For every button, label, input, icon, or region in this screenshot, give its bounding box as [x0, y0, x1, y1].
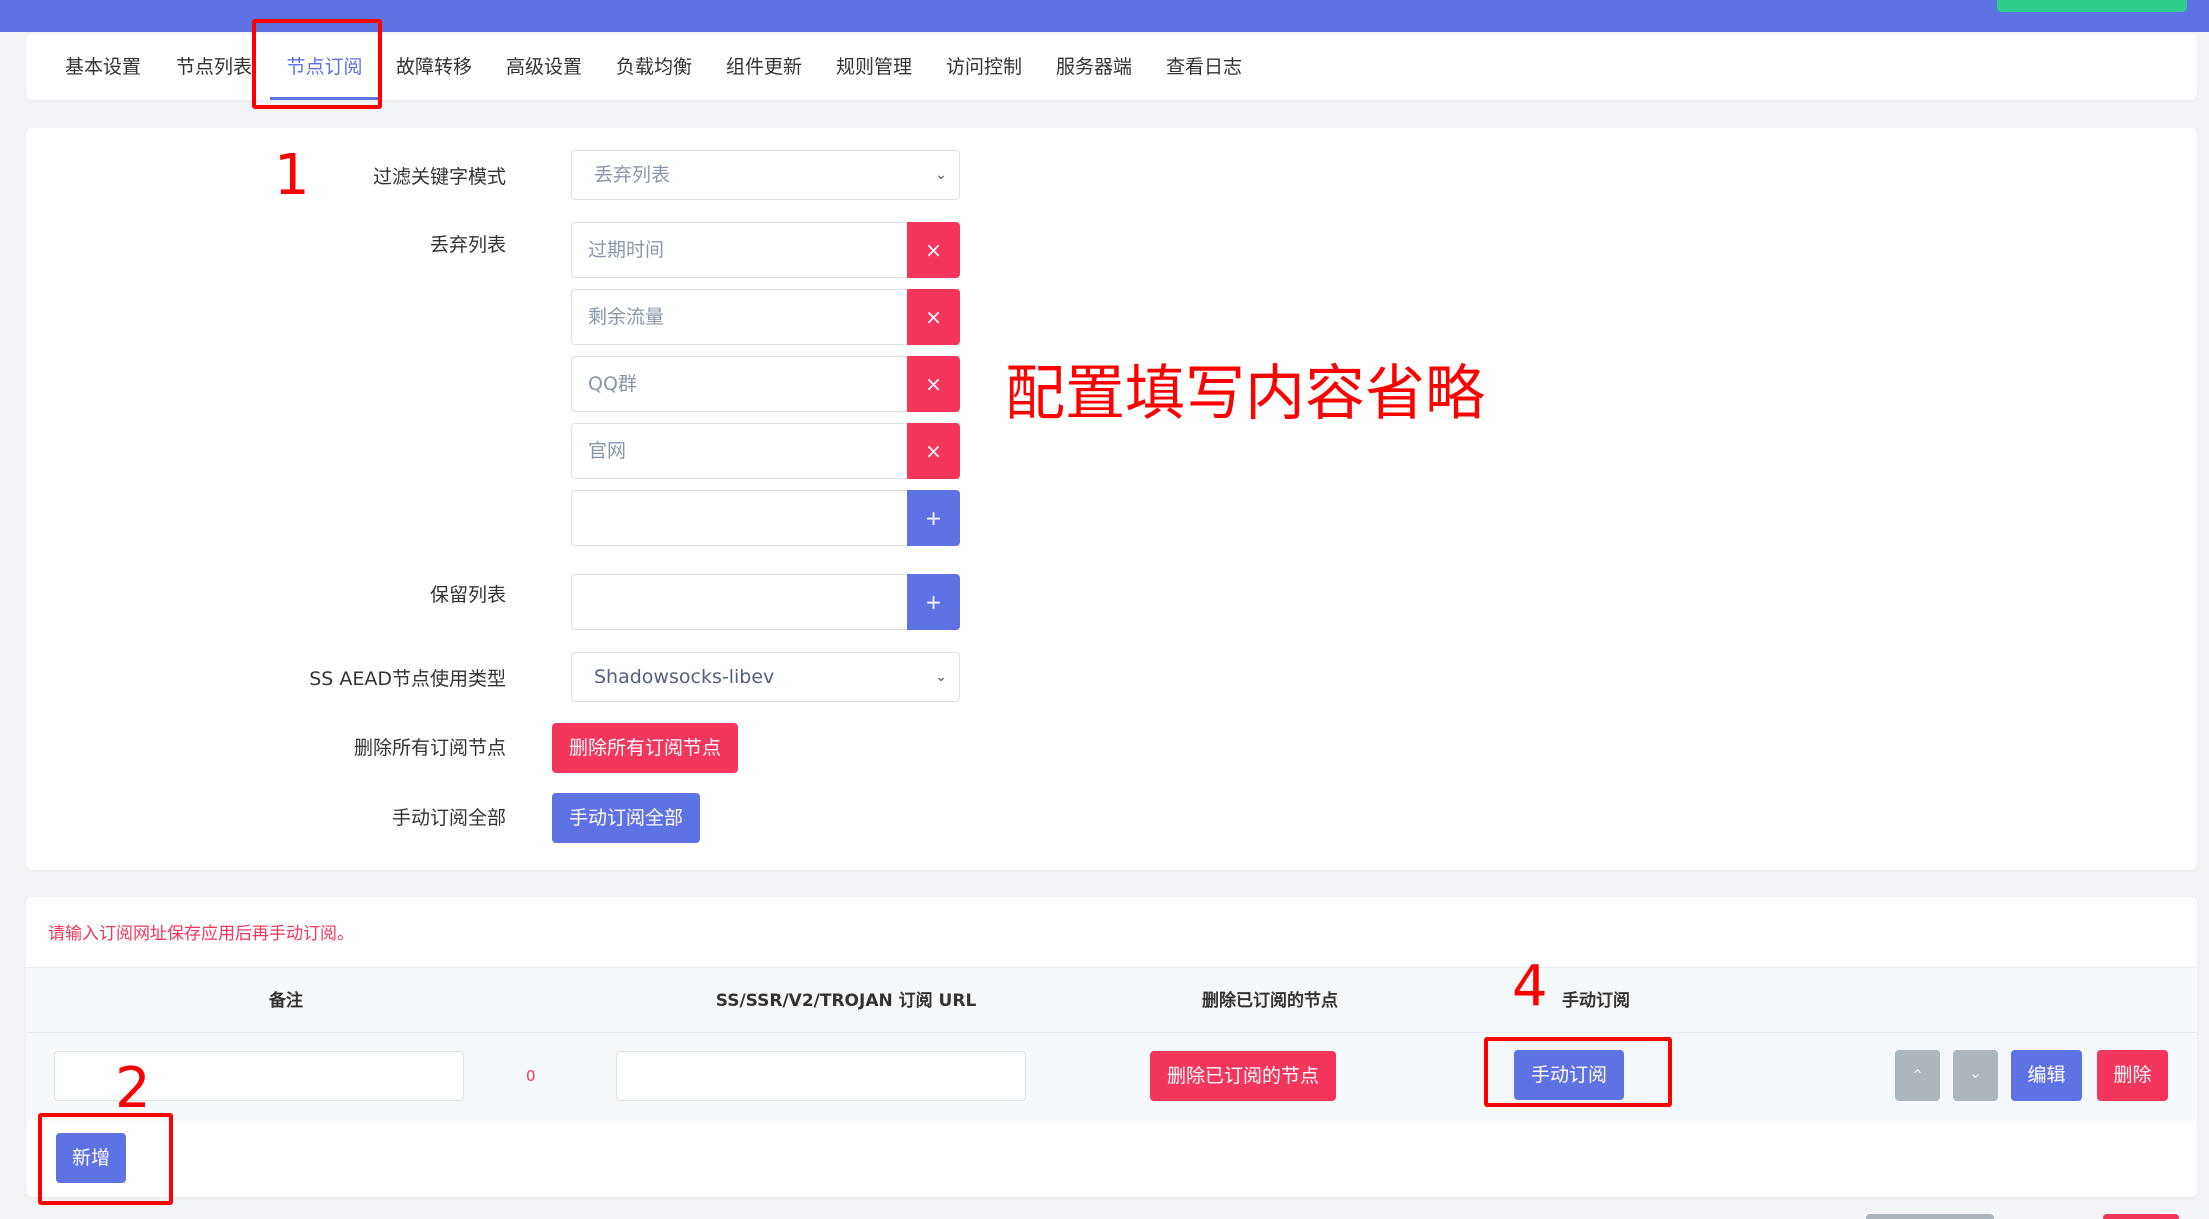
tab-component-update[interactable]: 组件更新 — [726, 34, 802, 100]
add-discard-button[interactable]: + — [907, 490, 960, 546]
discard-item: 过期时间 × — [571, 222, 960, 278]
discard-item: QQ群 × — [571, 356, 960, 412]
tab-basic-settings[interactable]: 基本设置 — [65, 34, 141, 100]
tab-failover[interactable]: 故障转移 — [396, 34, 472, 100]
delete-all-subscribed-button[interactable]: 删除所有订阅节点 — [552, 723, 738, 773]
annotation-box-tab — [252, 19, 382, 109]
move-up-button[interactable]: ⌃ — [1895, 1050, 1940, 1101]
footer-button[interactable] — [1866, 1214, 1994, 1219]
discard-new-item: + — [571, 490, 960, 546]
annotation-number-2: 2 — [115, 1056, 151, 1121]
annotation-box-manual — [1484, 1037, 1672, 1107]
filter-mode-value: 丢弃列表 — [594, 164, 671, 186]
chevron-down-icon: ⌄ — [935, 669, 947, 685]
annotation-number-4: 4 — [1512, 954, 1548, 1019]
tab-view-logs[interactable]: 查看日志 — [1166, 34, 1242, 100]
header-url: SS/SSR/V2/TROJAN 订阅 URL — [715, 991, 977, 1011]
keep-new-input[interactable] — [571, 574, 907, 630]
filter-mode-label: 过滤关键字模式 — [372, 166, 506, 188]
discard-item: 剩余流量 × — [571, 289, 960, 345]
ss-aead-label: SS AEAD节点使用类型 — [309, 668, 506, 690]
manual-all-label: 手动订阅全部 — [391, 807, 506, 829]
footer-button[interactable] — [2103, 1214, 2179, 1219]
discard-item-input[interactable]: 官网 — [571, 423, 907, 479]
remove-item-button[interactable]: × — [907, 289, 960, 345]
ss-aead-value: Shadowsocks-libev — [594, 666, 775, 688]
filter-mode-select[interactable]: 丢弃列表 ⌄ — [571, 150, 960, 200]
move-down-button[interactable]: ⌄ — [1953, 1050, 1998, 1101]
discard-list-label: 丢弃列表 — [429, 234, 506, 256]
subscription-url-input[interactable] — [616, 1051, 1026, 1101]
annotation-note: 配置填写内容省略 — [1005, 359, 1485, 429]
annotation-number-1: 1 — [274, 143, 310, 208]
delete-all-label: 删除所有订阅节点 — [353, 737, 506, 759]
discard-item: 官网 × — [571, 423, 960, 479]
chevron-down-icon: ⌄ — [935, 167, 947, 183]
tab-load-balance[interactable]: 负载均衡 — [616, 34, 692, 100]
keep-new-item: + — [571, 574, 960, 630]
subscription-notice: 请输入订阅网址保存应用后再手动订阅。 — [48, 924, 354, 944]
subscription-settings-card: 过滤关键字模式 丢弃列表 ⌄ 丢弃列表 过期时间 × 剩余流量 × QQ群 × … — [26, 128, 2197, 870]
table-row: 0 删除已订阅的节点 手动订阅 ⌃ ⌄ 编辑 删除 — [26, 1033, 2197, 1121]
node-count: 0 — [526, 1067, 536, 1085]
tab-server-side[interactable]: 服务器端 — [1056, 34, 1132, 100]
add-keep-button[interactable]: + — [907, 574, 960, 630]
tab-access-control[interactable]: 访问控制 — [946, 34, 1022, 100]
header-action-button[interactable] — [1997, 0, 2187, 12]
remove-item-button[interactable]: × — [907, 356, 960, 412]
tab-advanced-settings[interactable]: 高级设置 — [506, 34, 582, 100]
annotation-box-add — [38, 1113, 173, 1205]
header-remark: 备注 — [269, 991, 303, 1011]
ss-aead-select[interactable]: Shadowsocks-libev ⌄ — [571, 652, 960, 702]
edit-button[interactable]: 编辑 — [2011, 1050, 2082, 1101]
tab-node-list[interactable]: 节点列表 — [176, 34, 252, 100]
keep-list-label: 保留列表 — [429, 584, 506, 606]
discard-item-input[interactable]: 过期时间 — [571, 222, 907, 278]
header-delete-subscribed: 删除已订阅的节点 — [1202, 991, 1338, 1011]
table-header: 备注 SS/SSR/V2/TROJAN 订阅 URL 删除已订阅的节点 手动订阅 — [26, 967, 2197, 1033]
discard-item-input[interactable]: 剩余流量 — [571, 289, 907, 345]
delete-button[interactable]: 删除 — [2097, 1050, 2168, 1101]
manual-subscribe-all-button[interactable]: 手动订阅全部 — [552, 793, 700, 843]
discard-item-input[interactable]: QQ群 — [571, 356, 907, 412]
discard-new-input[interactable] — [571, 490, 907, 546]
tab-rule-management[interactable]: 规则管理 — [836, 34, 912, 100]
delete-subscribed-nodes-button[interactable]: 删除已订阅的节点 — [1150, 1051, 1336, 1101]
remove-item-button[interactable]: × — [907, 222, 960, 278]
remove-item-button[interactable]: × — [907, 423, 960, 479]
subscription-table-card: 请输入订阅网址保存应用后再手动订阅。 备注 SS/SSR/V2/TROJAN 订… — [26, 897, 2197, 1197]
